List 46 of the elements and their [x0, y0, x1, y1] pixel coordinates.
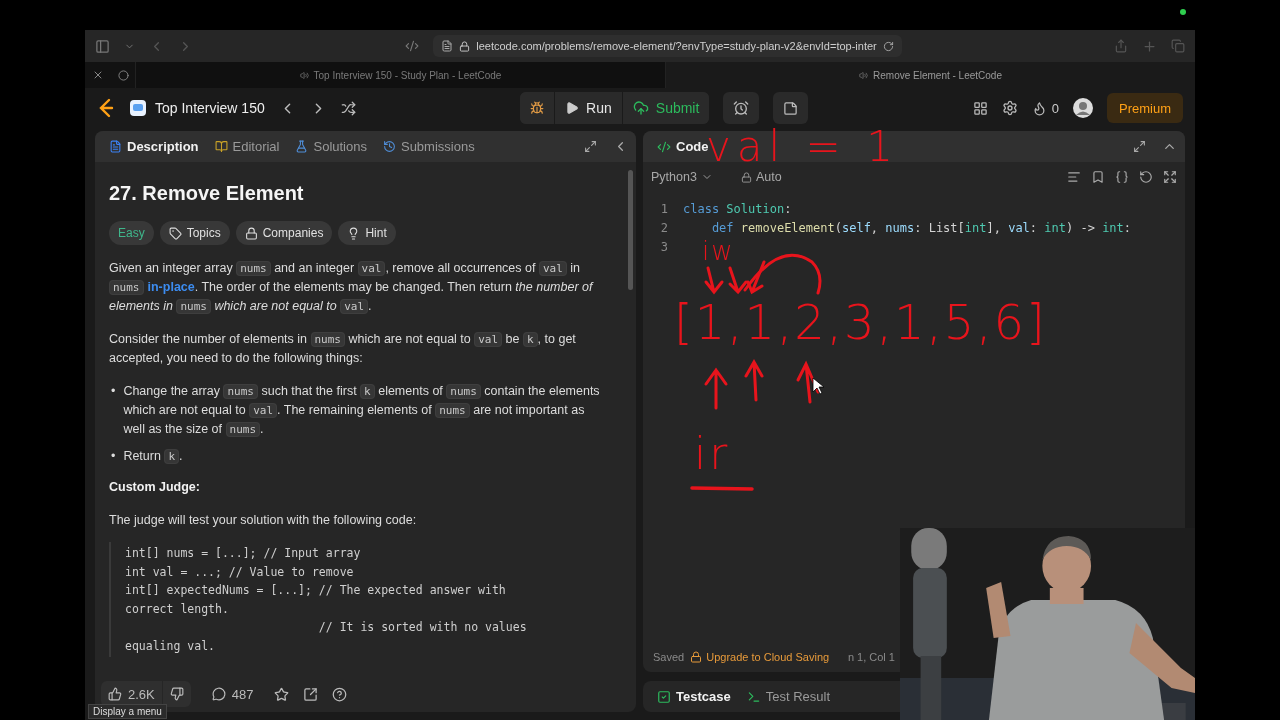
bottom-tab[interactable]: Test Result	[740, 689, 836, 704]
tag-chip[interactable]: Hint	[338, 221, 396, 245]
code-line: def removeElement(self, nums: List[int], val: int) -> int:	[710, 220, 1132, 237]
cursor-position: n 1, Col 1	[847, 651, 895, 663]
code-line: class Solution:	[683, 201, 792, 218]
section-heading: Custom Judge:	[109, 479, 201, 496]
bottom-tab[interactable]: Testcase	[651, 689, 737, 704]
in-place-link[interactable]: in-place	[147, 280, 195, 294]
comments-button[interactable]: 487	[204, 681, 261, 707]
browser-tab[interactable]: Remove Element - LeetCode	[665, 62, 1195, 88]
mode-select[interactable]: Auto	[740, 170, 782, 184]
panel-tab[interactable]: Solutions	[289, 139, 373, 154]
upgrade-link[interactable]: Upgrade to Cloud Saving	[690, 651, 830, 663]
bullet-item: Return k .	[123, 448, 184, 466]
code-line: int val = ...; // Value to remove	[125, 563, 355, 581]
handwritten-note: [1,1,2,3,1,5,6]	[674, 298, 1047, 346]
line-number: 1	[659, 201, 669, 218]
list-title[interactable]: Top Interview 150	[155, 100, 265, 116]
handwritten-note: ir	[694, 432, 731, 476]
code-line: equaling val.	[125, 637, 216, 655]
language-select[interactable]: Python3	[651, 170, 713, 184]
code-line: int[] nums = [...]; // Input array	[125, 545, 362, 562]
panel-tab[interactable]: Submissions	[376, 139, 481, 154]
bullet-marker: •	[111, 383, 116, 400]
streak-count: 0	[1051, 100, 1059, 116]
tag-chip[interactable]: Companies	[235, 221, 333, 245]
save-status: Saved	[653, 651, 685, 663]
address-bar[interactable]: leetcode.com/problems/remove-element/?envType=study-plan-v2&envId=top-inter	[433, 35, 902, 57]
line-number: 2	[659, 220, 669, 237]
tag-chip[interactable]: Topics	[159, 221, 230, 245]
bullet-item: Change the array nums such that the first k elements of nums contain the elements which are not equal to val . The remaining elements of nums are not important as well as the size of nums .	[123, 383, 601, 439]
code-line: correct length.	[125, 600, 230, 618]
tooltip: Display a menu	[88, 704, 167, 719]
problem-title: 27. Remove Element	[109, 181, 305, 205]
judge-intro: The judge will test your solution with the following code:	[109, 512, 418, 529]
description-paragraph: Given an integer array nums and an integer val , remove all occurrences of val in nums in-place. The order of the elements may be changed. Then return the number of elements in nums which are not equal to val .	[109, 260, 595, 316]
panel-tab[interactable]: Description	[103, 139, 205, 154]
handwritten-note: iw	[702, 238, 735, 264]
description-paragraph: Consider the number of elements in nums which are not equal to val be k , to get accepted, you need to do the following things:	[109, 331, 577, 367]
line-number: 3	[659, 239, 669, 256]
premium-button[interactable]: Premium	[1107, 93, 1183, 123]
code-line: // It is sorted with no values	[317, 619, 528, 636]
panel-tab[interactable]: Editorial	[208, 139, 286, 154]
bullet-marker: •	[111, 448, 116, 465]
tag-chip[interactable]: Easy	[109, 221, 154, 245]
code-line: int[] expectedNums = [...]; // The expected answer with	[125, 582, 507, 599]
